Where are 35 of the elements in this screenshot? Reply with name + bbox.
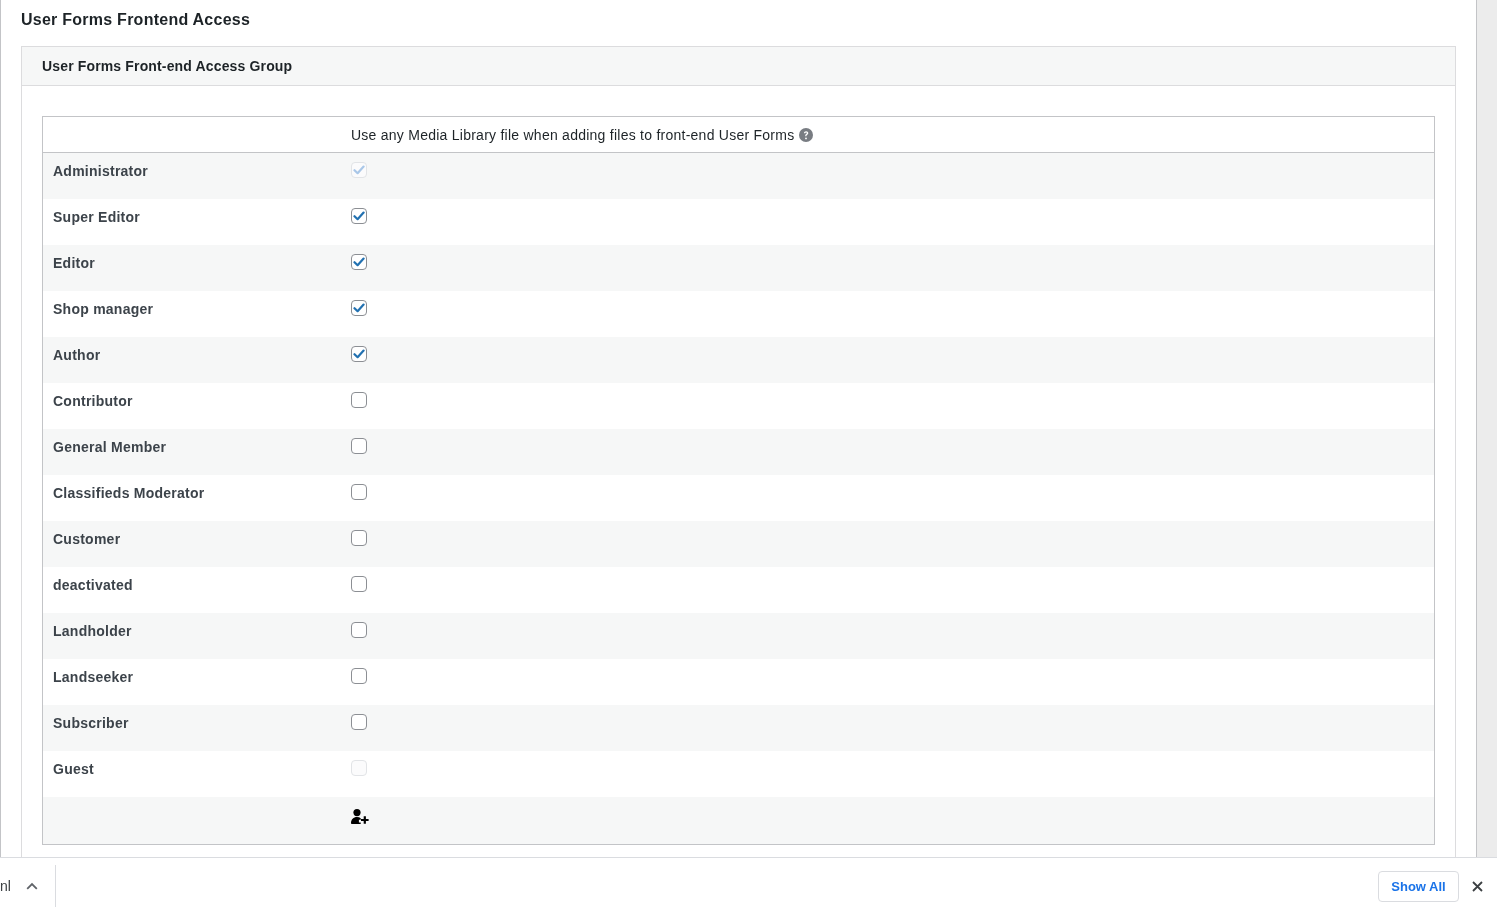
checkbox[interactable] (351, 438, 367, 454)
checkbox[interactable] (351, 392, 367, 408)
column-header: Use any Media Library file when adding files to front-end User Forms (351, 126, 795, 143)
checkbox[interactable] (351, 714, 367, 730)
role-label: Administrator (53, 163, 149, 179)
role-label: Classifieds Moderator (53, 485, 205, 501)
page-title: User Forms Frontend Access (21, 10, 252, 30)
help-icon[interactable] (799, 127, 814, 142)
download-file-name[interactable]: nl (0, 878, 11, 894)
role-label: Customer (53, 531, 121, 547)
role-label: Editor (53, 255, 95, 271)
checkbox[interactable] (351, 346, 367, 362)
checkbox[interactable] (351, 530, 367, 546)
checkbox[interactable] (351, 254, 367, 270)
role-label: Subscriber (53, 715, 129, 731)
role-label: Author (53, 347, 101, 363)
checkbox[interactable] (351, 484, 367, 500)
close-icon[interactable] (1472, 880, 1483, 892)
checkbox[interactable] (351, 300, 367, 316)
role-label: General Member (53, 439, 167, 455)
role-label: deactivated (53, 577, 133, 593)
add-user-icon[interactable] (351, 809, 370, 824)
role-label: Shop manager (53, 301, 154, 317)
show-all-button[interactable]: Show All (1378, 870, 1459, 902)
group-title: User Forms Front-end Access Group (42, 58, 293, 74)
checkbox[interactable] (351, 208, 367, 224)
caret-up-icon[interactable] (25, 882, 38, 890)
role-label: Super Editor (53, 209, 140, 225)
role-label: Landseeker (53, 669, 134, 685)
checkbox[interactable] (351, 668, 367, 684)
role-label: Landholder (53, 623, 132, 639)
role-label: Guest (53, 761, 94, 777)
role-label: Contributor (53, 393, 133, 409)
checkbox[interactable] (351, 622, 367, 638)
checkbox[interactable] (351, 576, 367, 592)
